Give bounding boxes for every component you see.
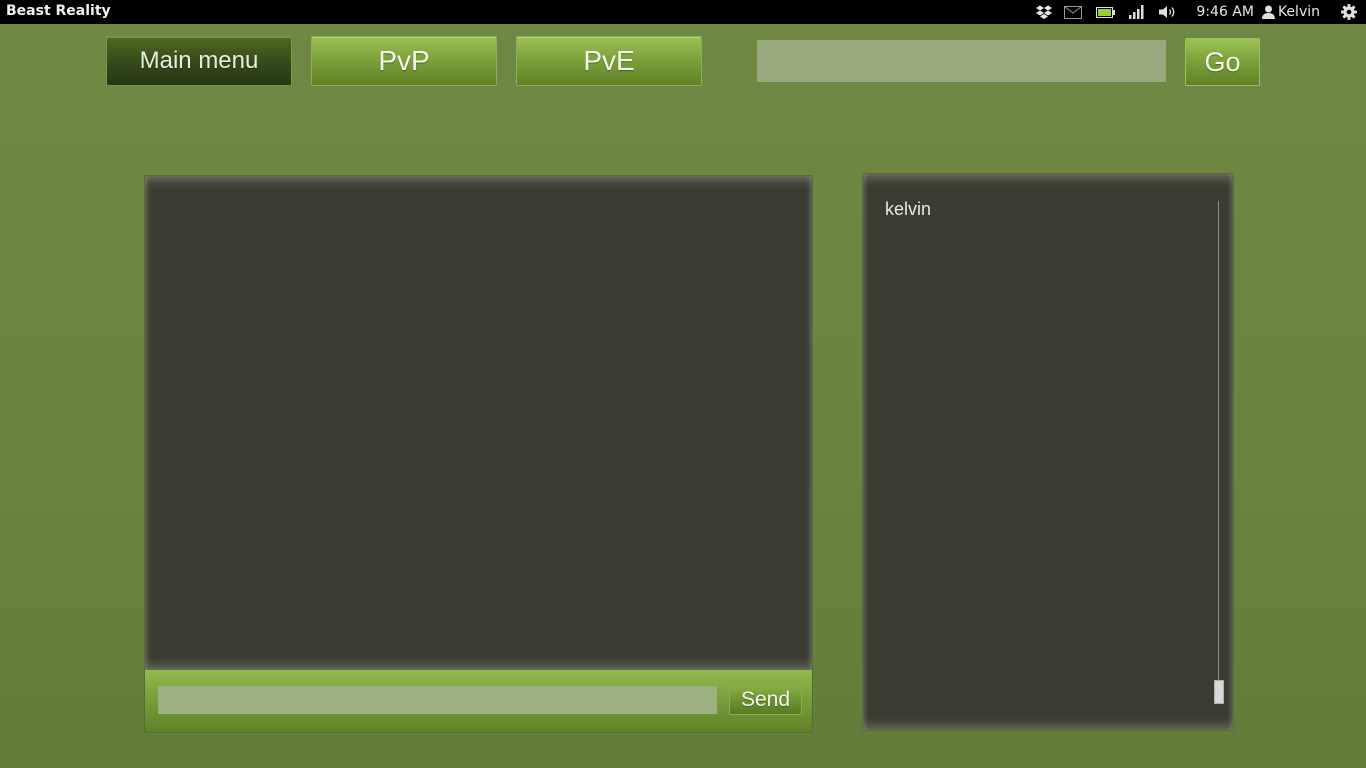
mail-icon[interactable] [1056, 0, 1090, 24]
pvp-button[interactable]: PvP [311, 36, 497, 86]
user-list-item[interactable]: kelvin [885, 199, 931, 220]
gear-icon[interactable] [1332, 0, 1366, 24]
pve-button[interactable]: PvE [516, 36, 702, 86]
user-icon [1261, 5, 1275, 19]
app-title: Beast Reality [6, 3, 111, 19]
chat-panel: Send [144, 175, 813, 733]
volume-icon[interactable] [1154, 0, 1182, 24]
user-menu[interactable]: Kelvin [1261, 4, 1320, 20]
scrollbar-track[interactable] [1218, 201, 1219, 703]
chat-message-input[interactable] [158, 686, 717, 714]
scrollbar-thumb[interactable] [1214, 680, 1224, 704]
chat-input-bar: Send [145, 670, 812, 732]
system-top-bar: Beast Reality 9:46 AM Kelvin [0, 0, 1366, 24]
chat-log[interactable] [145, 176, 812, 670]
user-name: Kelvin [1277, 4, 1320, 20]
battery-icon[interactable] [1090, 0, 1120, 24]
dropbox-icon[interactable] [1032, 0, 1056, 24]
go-button[interactable]: Go [1185, 38, 1260, 86]
clock[interactable]: 9:46 AM [1196, 0, 1254, 24]
signal-icon[interactable] [1120, 0, 1154, 24]
main-menu-button[interactable]: Main menu [106, 36, 292, 86]
send-button[interactable]: Send [729, 685, 802, 715]
system-tray: 9:46 AM Kelvin [1032, 0, 1366, 24]
search-input[interactable] [757, 40, 1166, 82]
user-list-panel: kelvin [862, 173, 1234, 731]
